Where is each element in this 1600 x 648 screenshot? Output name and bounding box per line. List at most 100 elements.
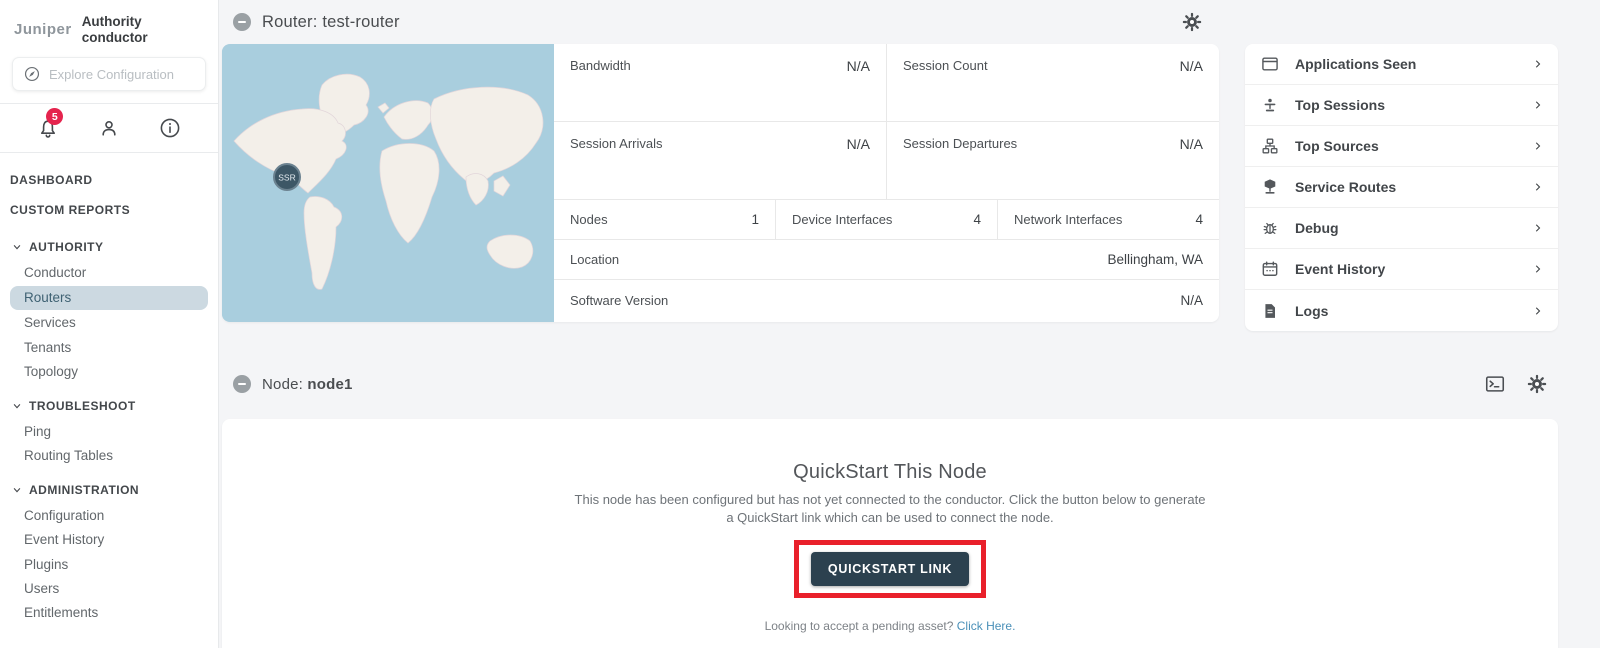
node-title: Node: node1 bbox=[262, 376, 353, 393]
sidebar-item-routing-tables[interactable]: Routing Tables bbox=[0, 444, 218, 468]
chevron-right-icon bbox=[1532, 99, 1544, 111]
explore-configuration-search[interactable] bbox=[12, 57, 206, 91]
router-location-map[interactable]: SSR bbox=[222, 44, 554, 322]
gear-icon[interactable] bbox=[1526, 373, 1548, 395]
panel-label: Top Sources bbox=[1295, 138, 1517, 154]
stat-label: Device Interfaces bbox=[792, 212, 892, 227]
terminal-icon[interactable] bbox=[1484, 373, 1506, 395]
stat-label: Session Departures bbox=[903, 136, 1017, 151]
router-title-prefix: Router: bbox=[262, 13, 318, 31]
stat-software-version: Software Version N/A bbox=[554, 280, 1219, 320]
stat-network-interfaces: Network Interfaces 4 bbox=[998, 200, 1219, 239]
router-title: Router: test-router bbox=[262, 13, 400, 32]
quickstart-card: QuickStart This Node This node has been … bbox=[222, 419, 1558, 648]
panel-item-top-sources[interactable]: Top Sources bbox=[1245, 126, 1558, 167]
stat-value: N/A bbox=[1180, 58, 1203, 74]
sidebar-item-entitlements[interactable]: Entitlements bbox=[0, 601, 218, 625]
sidebar-item-dashboard[interactable]: DASHBOARD bbox=[0, 165, 218, 195]
ssr-marker-label: SSR bbox=[278, 173, 295, 183]
top-sessions-icon bbox=[1260, 95, 1280, 115]
panel-label: Event History bbox=[1295, 261, 1517, 277]
stat-label: Bandwidth bbox=[570, 58, 631, 73]
world-map: SSR bbox=[222, 44, 554, 322]
chevron-down-icon bbox=[12, 401, 22, 411]
panel-item-event-history[interactable]: Event History bbox=[1245, 249, 1558, 290]
product-line2: conductor bbox=[82, 30, 148, 45]
sidebar-item-tenants[interactable]: Tenants bbox=[0, 336, 218, 360]
sidebar-item-conductor[interactable]: Conductor bbox=[0, 261, 218, 285]
sidebar-item-topology[interactable]: Topology bbox=[0, 360, 218, 384]
person-icon bbox=[97, 116, 121, 140]
sidebar-item-services[interactable]: Services bbox=[0, 311, 218, 335]
sidebar-item-custom-reports[interactable]: CUSTOM REPORTS bbox=[0, 195, 218, 225]
stat-value: N/A bbox=[1180, 293, 1203, 308]
sidebar-item-plugins[interactable]: Plugins bbox=[0, 553, 218, 577]
stat-device-interfaces: Device Interfaces 4 bbox=[776, 200, 998, 239]
user-button[interactable] bbox=[96, 115, 122, 141]
panel-label: Service Routes bbox=[1295, 179, 1517, 195]
sidebar-icon-row: 5 bbox=[0, 103, 218, 153]
stat-session-departures: Session Departures N/A bbox=[887, 122, 1219, 199]
gear-icon[interactable] bbox=[1181, 11, 1203, 33]
stat-value: 1 bbox=[751, 212, 759, 227]
stat-session-count: Session Count N/A bbox=[887, 44, 1219, 121]
stat-value: N/A bbox=[847, 136, 870, 152]
sidebar-section-authority[interactable]: AUTHORITY bbox=[0, 233, 218, 261]
panel-item-service-routes[interactable]: Service Routes bbox=[1245, 167, 1558, 208]
stat-value: N/A bbox=[1180, 136, 1203, 152]
stat-nodes: Nodes 1 bbox=[554, 200, 776, 239]
chevron-right-icon bbox=[1532, 222, 1544, 234]
collapse-icon[interactable] bbox=[233, 13, 251, 31]
notifications-button[interactable]: 5 bbox=[35, 115, 61, 141]
node-section-header: Node: node1 bbox=[222, 362, 1558, 406]
notification-badge: 5 bbox=[46, 108, 63, 125]
sidebar-item-routers[interactable]: Routers bbox=[10, 286, 208, 310]
bug-icon bbox=[1260, 218, 1280, 238]
stat-label: Network Interfaces bbox=[1014, 212, 1122, 227]
router-tools-panel: Applications Seen Top Sessions bbox=[1245, 44, 1558, 331]
stat-value: N/A bbox=[847, 58, 870, 74]
product-line1: Authority bbox=[82, 14, 142, 29]
panel-item-applications-seen[interactable]: Applications Seen bbox=[1245, 44, 1558, 85]
section-label: TROUBLESHOOT bbox=[29, 399, 136, 413]
stat-value: Bellingham, WA bbox=[1107, 252, 1203, 267]
ssr-marker[interactable]: SSR bbox=[274, 164, 300, 190]
search-input[interactable] bbox=[49, 67, 189, 82]
sidebar-item-ping[interactable]: Ping bbox=[0, 420, 218, 444]
sidebar-section-troubleshoot[interactable]: TROUBLESHOOT bbox=[0, 392, 218, 420]
chevron-down-icon bbox=[12, 485, 22, 495]
info-icon bbox=[158, 116, 182, 140]
collapse-icon[interactable] bbox=[233, 375, 251, 393]
panel-item-top-sessions[interactable]: Top Sessions bbox=[1245, 85, 1558, 126]
sidebar-item-configuration[interactable]: Configuration bbox=[0, 504, 218, 528]
juniper-logo: Juniper bbox=[14, 21, 72, 38]
quickstart-heading: QuickStart This Node bbox=[222, 461, 1558, 484]
chevron-right-icon bbox=[1532, 140, 1544, 152]
sidebar: Juniper Authority conductor 5 bbox=[0, 0, 219, 648]
stat-value: 4 bbox=[973, 212, 981, 227]
sidebar-item-event-history[interactable]: Event History bbox=[0, 528, 218, 552]
sidebar-section-administration[interactable]: ADMINISTRATION bbox=[0, 476, 218, 504]
stat-label: Session Count bbox=[903, 58, 988, 73]
window-icon bbox=[1260, 54, 1280, 74]
sidebar-item-users[interactable]: Users bbox=[0, 577, 218, 601]
pending-asset-link[interactable]: Click Here. bbox=[957, 619, 1016, 633]
app-window: Juniper Authority conductor 5 bbox=[0, 0, 1600, 648]
document-icon bbox=[1260, 301, 1280, 321]
panel-label: Top Sessions bbox=[1295, 97, 1517, 113]
panel-item-debug[interactable]: Debug bbox=[1245, 208, 1558, 249]
info-button[interactable] bbox=[157, 115, 183, 141]
panel-label: Logs bbox=[1295, 303, 1517, 319]
quickstart-link-button[interactable]: QUICKSTART LINK bbox=[811, 552, 969, 586]
stat-label: Location bbox=[570, 252, 619, 267]
stat-label: Software Version bbox=[570, 293, 668, 308]
main-content: Router: test-router bbox=[219, 0, 1600, 648]
stat-session-arrivals: Session Arrivals N/A bbox=[554, 122, 887, 199]
highlight-annotation-box: QUICKSTART LINK bbox=[794, 540, 986, 598]
calendar-icon bbox=[1260, 259, 1280, 279]
node-title-name: node1 bbox=[307, 376, 352, 393]
quickstart-line2: a QuickStart link which can be used to c… bbox=[726, 510, 1053, 525]
router-section-header: Router: test-router bbox=[222, 0, 1219, 44]
panel-label: Debug bbox=[1295, 220, 1517, 236]
panel-item-logs[interactable]: Logs bbox=[1245, 290, 1558, 331]
